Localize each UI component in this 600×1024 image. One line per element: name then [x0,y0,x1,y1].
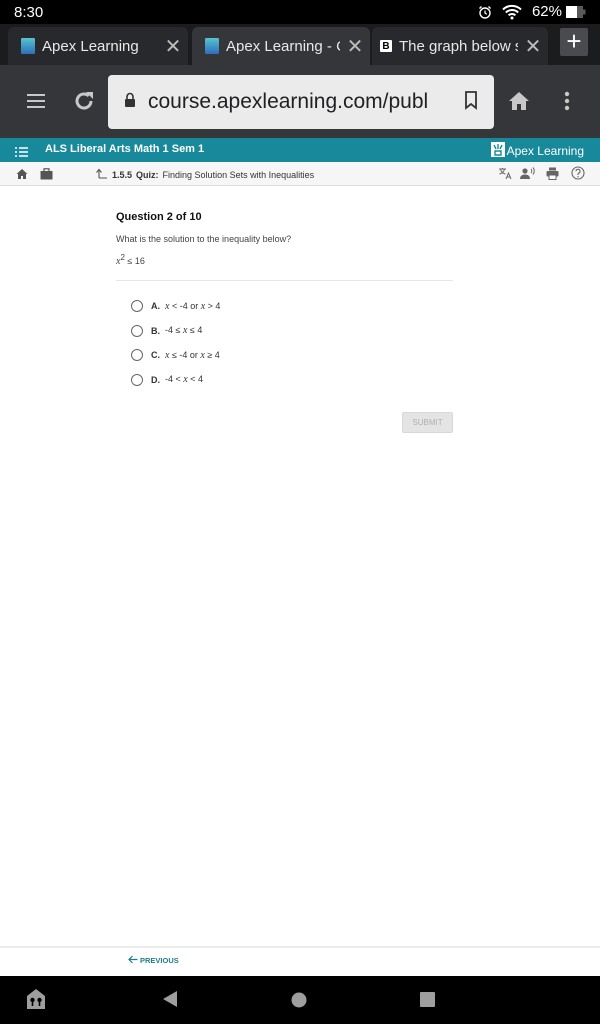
browser-tab-1[interactable]: Apex Learning ✕ [8,27,188,65]
expr-rest: ≤ 16 [124,256,145,266]
section-type: Quiz: [136,169,159,180]
system-nav-bar [0,976,600,1024]
browser-tab-2[interactable]: Apex Learning - Co ✕ [192,27,370,65]
radio-button[interactable] [131,300,143,313]
apex-favicon-icon [205,38,219,54]
home-icon[interactable] [508,90,530,117]
choice-text: x ≤ -4 or x ≥ 4 [165,350,220,361]
new-tab-button[interactable]: + [560,28,588,56]
math-text: ≥ 4 [204,349,220,360]
close-icon[interactable]: ✕ [340,34,370,59]
app-store-icon[interactable] [25,988,47,1015]
briefcase-icon[interactable] [40,167,53,185]
question-panel: Question 2 of 10 What is the solution to… [116,187,453,433]
battery-icon [566,5,586,18]
answer-choices: A. x < -4 or x > 4 B. -4 ≤ x ≤ 4 C. x ≤ … [131,294,453,392]
math-text: > 4 [205,300,221,311]
choice-letter: B. [151,325,160,336]
apex-logo-icon [490,142,505,160]
math-text: -4 < [165,374,184,385]
close-icon[interactable]: ✕ [158,34,188,59]
recent-apps-icon[interactable] [420,992,435,1012]
arrow-left-icon [128,955,138,966]
radio-button[interactable] [131,349,143,362]
math-text: -4 ≤ [165,325,183,336]
reload-icon[interactable] [72,89,96,118]
apex-favicon-icon [21,38,35,54]
tab-strip: Apex Learning ✕ Apex Learning - Co ✕ B T… [0,24,600,65]
breadcrumb: 1.5.5 Quiz: Finding Solution Sets with I… [96,168,314,181]
bookmark-icon[interactable] [464,90,478,115]
previous-label: PREVIOUS [140,956,179,965]
tab-title: The graph below sh [399,37,518,55]
battery-indicator: 62% [532,3,586,20]
read-aloud-icon[interactable] [520,167,536,185]
choice-letter: D. [151,374,160,385]
course-title: ALS Liberal Arts Math 1 Sem 1 [45,143,205,155]
status-time: 8:30 [14,4,44,21]
brainly-favicon-icon: B [380,40,392,52]
close-icon[interactable]: ✕ [518,34,548,59]
choice-letter: A. [151,301,160,312]
lesson-subnav: 1.5.5 Quiz: Finding Solution Sets with I… [0,162,600,186]
footer-divider [0,946,600,948]
question-expression: x2 ≤ 16 [116,253,453,267]
browser-tab-3[interactable]: B The graph below sh ✕ [372,27,548,65]
answer-choice-b[interactable]: B. -4 ≤ x ≤ 4 [131,319,453,344]
wifi-icon [502,4,522,20]
home-icon[interactable] [16,167,28,185]
apex-brand-text: Apex Learning [506,144,584,158]
radio-button[interactable] [131,373,143,386]
math-text: ≤ 4 [187,325,203,336]
submit-button[interactable]: SUBMIT [402,412,453,433]
question-prompt: What is the solution to the inequality b… [116,234,292,244]
previous-button[interactable]: PREVIOUS [128,955,179,966]
choice-text: -4 < x < 4 [165,374,203,385]
address-bar[interactable]: course.apexlearning.com/publ [108,75,494,129]
tab-title: Apex Learning - Co [226,37,340,55]
help-icon[interactable] [571,166,585,185]
status-bar: 8:30 62% [0,0,600,24]
back-icon[interactable] [163,991,177,1012]
translate-icon[interactable] [498,167,512,185]
choice-text: -4 ≤ x ≤ 4 [165,325,202,336]
print-icon[interactable] [546,167,559,185]
home-circle-icon[interactable] [291,992,307,1013]
browser-toolbar: course.apexlearning.com/publ [0,65,600,138]
choice-letter: C. [151,350,160,361]
choice-text: x < -4 or x > 4 [165,301,220,312]
answer-choice-a[interactable]: A. x < -4 or x > 4 [131,294,453,319]
hamburger-menu-icon[interactable] [26,93,46,114]
up-level-icon[interactable] [96,168,108,181]
section-number: 1.5.5 [112,169,133,180]
math-text: < -4 or [169,300,201,311]
math-text: < 4 [187,374,203,385]
question-heading: Question 2 of 10 [116,211,202,223]
radio-button[interactable] [131,324,143,337]
lock-icon [124,92,136,112]
url-text[interactable]: course.apexlearning.com/publ [148,90,458,114]
battery-percent: 62% [531,3,562,20]
course-header: ALS Liberal Arts Math 1 Sem 1 Apex Learn… [0,138,600,162]
section-title: Finding Solution Sets with Inequalities [162,169,315,180]
answer-choice-d[interactable]: D. -4 < x < 4 [131,368,453,393]
divider [116,280,453,281]
more-options-icon[interactable] [564,91,570,116]
tab-title: Apex Learning [42,37,139,55]
alarm-icon [478,5,492,19]
math-text: ≤ -4 or [169,349,201,360]
answer-choice-c[interactable]: C. x ≤ -4 or x ≥ 4 [131,343,453,368]
apex-logo: Apex Learning [490,142,584,160]
list-menu-icon[interactable] [15,144,28,162]
